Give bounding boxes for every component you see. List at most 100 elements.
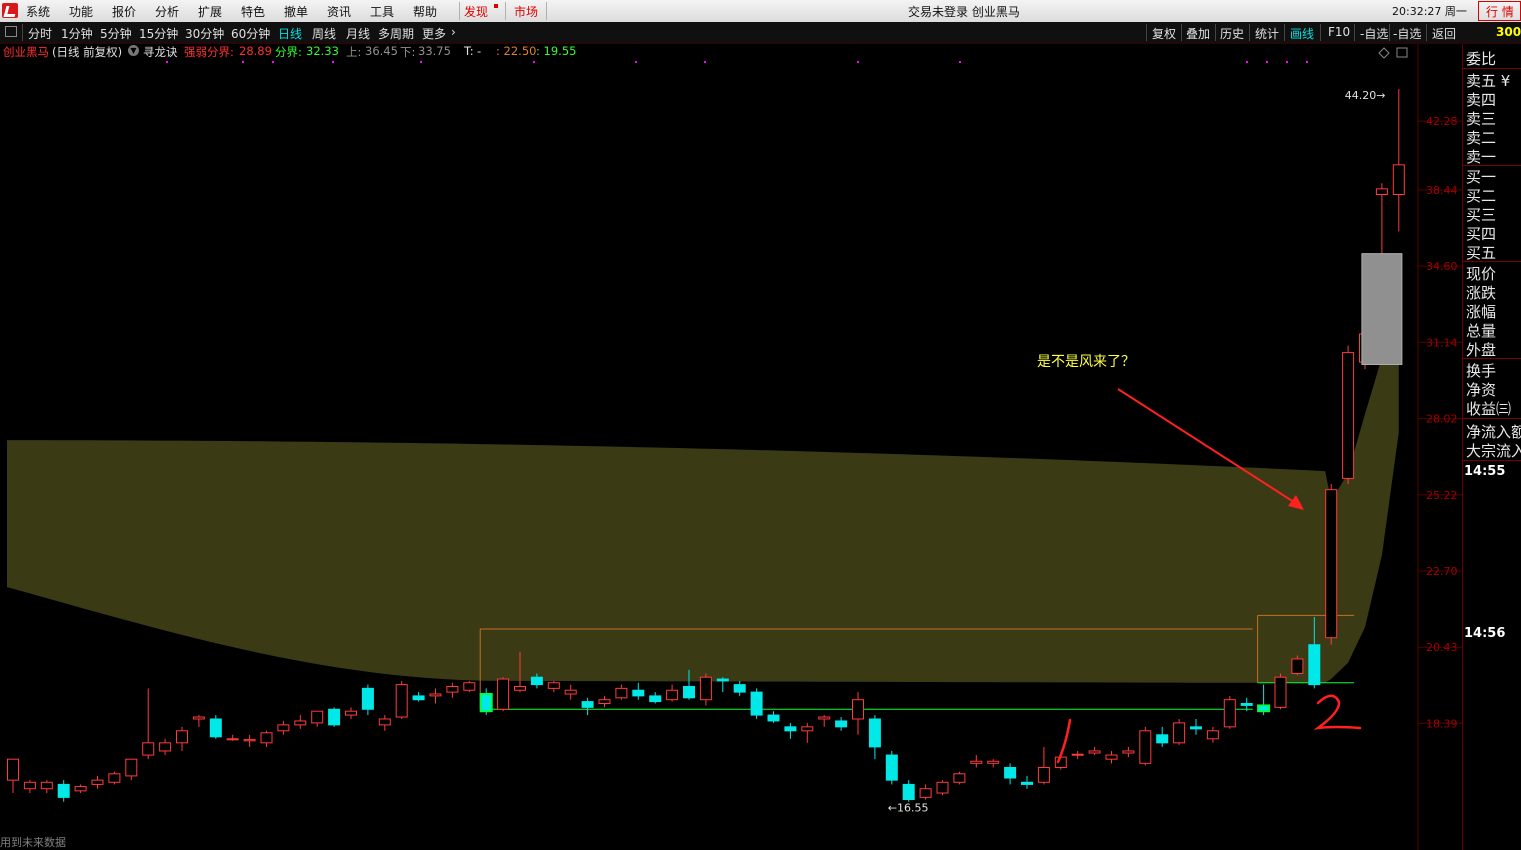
period-tab-more[interactable]: 更多 (422, 25, 446, 42)
f10-button[interactable]: F10 (1328, 25, 1350, 39)
panel-divider (1463, 68, 1521, 69)
signal-dot (635, 61, 637, 63)
signal-dot (1246, 61, 1248, 63)
menu-help[interactable]: 帮助 (413, 3, 437, 20)
signal-dot (857, 61, 859, 63)
candle (615, 687, 628, 699)
candle (226, 738, 239, 741)
candle (446, 685, 459, 693)
candle (1291, 658, 1304, 675)
candle (1105, 754, 1118, 760)
candle (1088, 750, 1101, 754)
axis-tick-label: 18.39 (1426, 717, 1458, 730)
panel-divider (1463, 358, 1521, 359)
candle (666, 689, 679, 701)
candle (1308, 644, 1321, 686)
candle (1325, 489, 1338, 639)
axis-tick-label: 42.28 (1426, 115, 1458, 128)
remove-watchlist-button[interactable]: -自选 (1393, 25, 1421, 42)
quote-tab[interactable]: 行 情 (1478, 1, 1521, 21)
quote-side-panel: 委比 卖五 ¥ 卖四 卖三 卖二 卖一 买一 买二 买三 买四 买五 现价 涨跌… (1462, 44, 1521, 850)
candle (1004, 766, 1017, 779)
handwritten-mark-1 (1056, 718, 1072, 764)
signal-dot (332, 61, 334, 63)
axis-tick-label: 28.02 (1426, 413, 1458, 426)
candle (260, 732, 273, 744)
signal-dot (533, 61, 535, 63)
statistics-button[interactable]: 统计 (1255, 25, 1279, 42)
candle (801, 726, 814, 732)
mark-button[interactable]: -自选 (1360, 25, 1388, 42)
period-tab-multi[interactable]: 多周期 (378, 25, 414, 42)
restore-rights-button[interactable]: 复权 (1152, 25, 1176, 42)
candle (581, 701, 594, 708)
menu-extend[interactable]: 扩展 (198, 3, 222, 20)
panel-time-2: 14:56 (1464, 626, 1506, 641)
candle (514, 685, 526, 691)
candle (953, 773, 966, 783)
panel-label-sell1: 卖一 (1466, 148, 1497, 166)
layout-toggle-icon[interactable] (5, 26, 17, 37)
stock-code-fragment: 300 (1496, 25, 1521, 39)
candle (919, 788, 932, 798)
period-tab-30min[interactable]: 30分钟 (185, 25, 224, 42)
signal-dot (704, 61, 706, 63)
menu-analysis[interactable]: 分析 (155, 3, 179, 20)
menu-discover[interactable]: 发现 (464, 3, 488, 20)
draw-line-button[interactable]: 画线 (1290, 25, 1314, 42)
candle (716, 678, 729, 682)
menu-tools[interactable]: 工具 (370, 3, 394, 20)
signal-dot (166, 61, 168, 63)
menu-market[interactable]: 市场 (514, 3, 538, 20)
candle (429, 693, 442, 697)
period-tab-15min[interactable]: 15分钟 (139, 25, 178, 42)
candle (395, 684, 408, 718)
menu-function[interactable]: 功能 (69, 3, 93, 20)
candle (57, 783, 70, 798)
menu-cancel-order[interactable]: 撤单 (284, 3, 308, 20)
overlay-button[interactable]: 叠加 (1186, 25, 1210, 42)
period-tab-60min[interactable]: 60分钟 (231, 25, 270, 42)
candle (868, 718, 881, 748)
annotations: 44.20→ ←16.55 是不是风来了？ (888, 89, 1386, 815)
panel-label-buy2: 买二 (1466, 187, 1497, 205)
period-tab-daily[interactable]: 日线 (278, 25, 302, 42)
kline-chart[interactable]: 42.28 38.44 34.60 31.14 28.02 25.22 22.70 20.43… (0, 44, 1462, 850)
candle (277, 724, 290, 732)
period-tab-weekly[interactable]: 周线 (312, 25, 336, 42)
candle (209, 718, 222, 738)
candle (74, 786, 87, 792)
period-tab-1min[interactable]: 1分钟 (61, 25, 93, 42)
indicator-band (7, 318, 1399, 683)
candle (1122, 750, 1135, 754)
chevron-right-icon[interactable]: › (451, 25, 456, 39)
menu-news[interactable]: 资讯 (327, 3, 351, 20)
panel-label-outer: 外盘 (1466, 341, 1497, 359)
candle (412, 695, 425, 701)
history-button[interactable]: 历史 (1220, 25, 1244, 42)
candle (125, 758, 138, 777)
candle (902, 783, 915, 801)
candle (328, 708, 341, 726)
candle (345, 710, 357, 716)
signal-dot (272, 61, 274, 63)
candle (294, 720, 307, 726)
toolbar-divider (1426, 24, 1427, 41)
axis-tick-label: 38.44 (1426, 184, 1458, 197)
panel-label-sell2: 卖二 (1466, 129, 1497, 147)
menu-quote[interactable]: 报价 (112, 3, 136, 20)
candle (1274, 676, 1287, 708)
menu-system[interactable]: 系统 (26, 3, 50, 20)
period-tab-intraday[interactable]: 分时 (28, 25, 52, 42)
panel-label-buy1: 买一 (1466, 168, 1497, 186)
candle (632, 689, 645, 697)
menu-divider (546, 2, 547, 20)
candle (598, 699, 611, 705)
menu-feature[interactable]: 特色 (241, 3, 265, 20)
candle (547, 682, 560, 689)
period-tab-5min[interactable]: 5分钟 (100, 25, 132, 42)
back-button[interactable]: 返回 (1432, 25, 1456, 42)
period-tab-monthly[interactable]: 月线 (346, 25, 370, 42)
signal-dot (1266, 61, 1268, 63)
panel-label-buy4: 买四 (1466, 225, 1497, 243)
